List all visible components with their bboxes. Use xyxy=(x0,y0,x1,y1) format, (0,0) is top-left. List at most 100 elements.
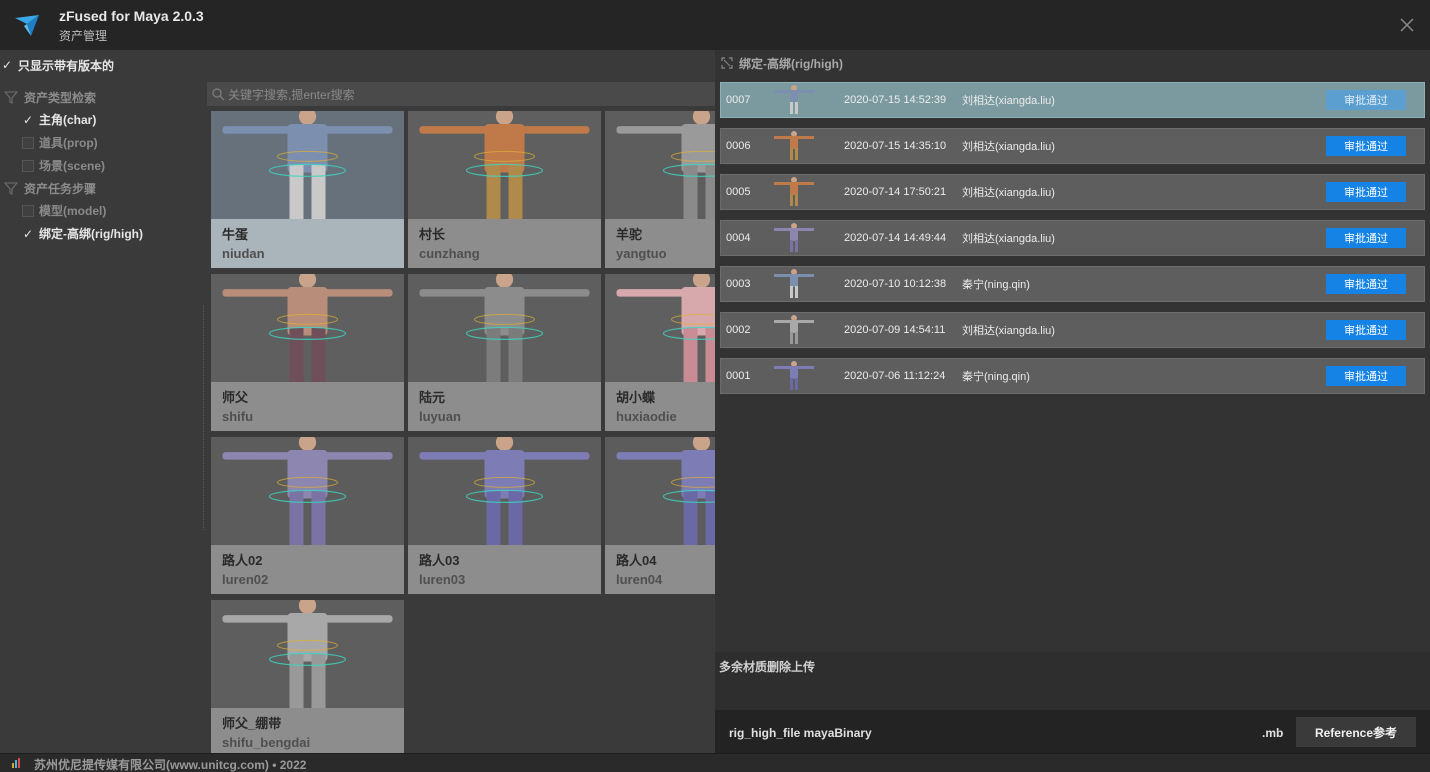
version-row[interactable]: 0004 2020-07-14 14:49:44 刘相达(xiangda.liu) 审… xyxy=(720,220,1425,256)
status-bar: 苏州优尼提传媒有限公司(www.unitcg.com) • 2022 xyxy=(0,753,1430,772)
asset-card[interactable]: 羊驼 yangtuo xyxy=(605,111,715,268)
asset-card[interactable]: 师父_绷带 shifu_bengdai xyxy=(211,600,404,753)
version-thumbnail xyxy=(769,315,819,345)
asset-card[interactable]: 陆元 luyuan xyxy=(408,274,601,431)
reference-button[interactable]: Reference参考 xyxy=(1296,717,1416,747)
version-thumbnail xyxy=(769,85,819,115)
version-timestamp: 2020-07-14 14:49:44 xyxy=(844,232,947,244)
filter-option-label: 道具(prop) xyxy=(39,136,98,150)
asset-code: luren02 xyxy=(222,572,269,587)
only-versioned-label: 只显示带有版本的 xyxy=(18,58,115,73)
filter-group-header[interactable]: 资产类型检索 xyxy=(4,86,204,108)
approve-button[interactable]: 审批通过 xyxy=(1326,136,1406,156)
copyright-text: 苏州优尼提传媒有限公司(www.unitcg.com) • 2022 xyxy=(34,758,307,772)
asset-name: 路人02 xyxy=(222,553,263,568)
approve-button[interactable]: 审批通过 xyxy=(1326,228,1406,248)
version-timestamp: 2020-07-15 14:52:39 xyxy=(844,94,947,106)
task-step-title: 绑定-高绑(rig/high) xyxy=(739,56,843,71)
version-thumbnail xyxy=(769,269,819,299)
version-row[interactable]: 0007 2020-07-15 14:52:39 刘相达(xiangda.liu) 审… xyxy=(720,82,1425,118)
version-thumbnail xyxy=(769,223,819,253)
asset-code: niudan xyxy=(222,246,265,261)
filter-tree: 资产类型检索 ✓ 主角(char) 道具(prop) 场景(scene) 资产任务步骤 模型… xyxy=(4,86,204,245)
version-author: 秦宁(ning.qin) xyxy=(962,371,1030,383)
splitter-handle[interactable] xyxy=(203,305,204,530)
asset-code: luren04 xyxy=(616,572,663,587)
asset-code: shifu_bengdai xyxy=(222,735,311,750)
filter-option-checkbox[interactable]: ✓ 主角(char) xyxy=(4,108,204,131)
checkmark-icon: ✓ xyxy=(22,112,34,127)
filter-option-checkbox[interactable]: 场景(scene) xyxy=(4,154,204,177)
asset-thumbnail xyxy=(408,111,601,219)
version-number: 0001 xyxy=(726,370,751,382)
asset-card[interactable]: 牛蛋 niudan xyxy=(211,111,404,268)
version-thumbnail xyxy=(769,177,819,207)
asset-card[interactable]: 师父 shifu xyxy=(211,274,404,431)
asset-name: 牛蛋 xyxy=(222,227,249,242)
filter-group-header[interactable]: 资产任务步骤 xyxy=(4,177,204,199)
asset-code: yangtuo xyxy=(616,246,667,261)
asset-thumbnail xyxy=(605,437,715,545)
asset-code: luren03 xyxy=(419,572,466,587)
asset-code: cunzhang xyxy=(419,246,480,261)
asset-thumbnail xyxy=(408,437,601,545)
version-thumbnail xyxy=(769,131,819,161)
approve-button[interactable]: 审批通过 xyxy=(1326,274,1406,294)
version-row[interactable]: 0003 2020-07-10 10:12:38 秦宁(ning.qin) 审批通过 xyxy=(720,266,1425,302)
version-author: 刘相达(xiangda.liu) xyxy=(962,95,1055,107)
unchecked-box-icon xyxy=(22,136,34,149)
file-action-bar: rig_high_file mayaBinary .mb Reference参考 xyxy=(715,710,1430,753)
asset-thumbnail xyxy=(211,111,404,219)
version-timestamp: 2020-07-14 17:50:21 xyxy=(844,186,947,198)
approve-button[interactable]: 审批通过 xyxy=(1326,366,1406,386)
close-icon[interactable] xyxy=(1398,16,1416,34)
version-number: 0002 xyxy=(726,324,751,336)
search-input[interactable]: 关键字搜索,摁enter搜索 xyxy=(207,82,715,106)
checkmark-icon: ✓ xyxy=(22,226,34,241)
search-placeholder: 关键字搜索,摁enter搜索 xyxy=(228,87,355,102)
filter-option-label: 场景(scene) xyxy=(39,159,106,173)
asset-name: 羊驼 xyxy=(616,227,643,242)
version-number: 0006 xyxy=(726,140,751,152)
asset-thumbnail xyxy=(211,437,404,545)
version-timestamp: 2020-07-15 14:35:10 xyxy=(844,140,947,152)
approve-button[interactable]: 审批通过 xyxy=(1326,182,1406,202)
filter-option-checkbox[interactable]: ✓ 绑定-高绑(rig/high) xyxy=(4,222,204,245)
asset-thumbnail xyxy=(605,274,715,382)
version-number: 0004 xyxy=(726,232,751,244)
asset-card[interactable]: 路人04 luren04 xyxy=(605,437,715,594)
asset-card[interactable]: 路人03 luren03 xyxy=(408,437,601,594)
version-row[interactable]: 0002 2020-07-09 14:54:11 刘相达(xiangda.liu) 审… xyxy=(720,312,1425,348)
filter-option-checkbox[interactable]: 道具(prop) xyxy=(4,131,204,154)
version-author: 刘相达(xiangda.liu) xyxy=(962,233,1055,245)
filter-option-checkbox[interactable]: 模型(model) xyxy=(4,199,204,222)
app-subtitle: 资产管理 xyxy=(59,29,108,43)
version-row[interactable]: 0005 2020-07-14 17:50:21 刘相达(xiangda.liu) 审… xyxy=(720,174,1425,210)
version-row[interactable]: 0001 2020-07-06 11:12:24 秦宁(ning.qin) 审批通过 xyxy=(720,358,1425,394)
asset-browser-panel: ✓ 只显示带有版本的 资产类型检索 ✓ 主角(char) 道具(prop) 场景(sce… xyxy=(0,50,715,753)
only-versioned-checkbox[interactable]: ✓ 只显示带有版本的 xyxy=(0,57,114,73)
unchecked-box-icon xyxy=(22,204,34,217)
version-number: 0003 xyxy=(726,278,751,290)
asset-name: 村长 xyxy=(419,227,446,242)
version-author: 刘相达(xiangda.liu) xyxy=(962,141,1055,153)
asset-card[interactable]: 村长 cunzhang xyxy=(408,111,601,268)
unchecked-box-icon xyxy=(22,159,34,172)
asset-card[interactable]: 路人02 luren02 xyxy=(211,437,404,594)
approve-button[interactable]: 审批通过 xyxy=(1326,90,1406,110)
zfused-logo-icon xyxy=(15,15,39,36)
asset-code: huxiaodie xyxy=(616,409,677,424)
version-timestamp: 2020-07-06 11:12:24 xyxy=(844,370,946,382)
asset-card[interactable]: 胡小蝶 huxiaodie xyxy=(605,274,715,431)
version-author: 秦宁(ning.qin) xyxy=(962,279,1030,291)
approve-button[interactable]: 审批通过 xyxy=(1326,320,1406,340)
asset-thumbnail xyxy=(605,111,715,219)
asset-thumbnail xyxy=(211,274,404,382)
description-text: 多余材质删除上传 xyxy=(719,660,816,674)
asset-name: 路人03 xyxy=(419,553,460,568)
version-thumbnail xyxy=(769,361,819,391)
version-number: 0007 xyxy=(726,94,751,106)
asset-name: 师父_绷带 xyxy=(222,716,282,731)
version-number: 0005 xyxy=(726,186,751,198)
version-row[interactable]: 0006 2020-07-15 14:35:10 刘相达(xiangda.liu) 审… xyxy=(720,128,1425,164)
